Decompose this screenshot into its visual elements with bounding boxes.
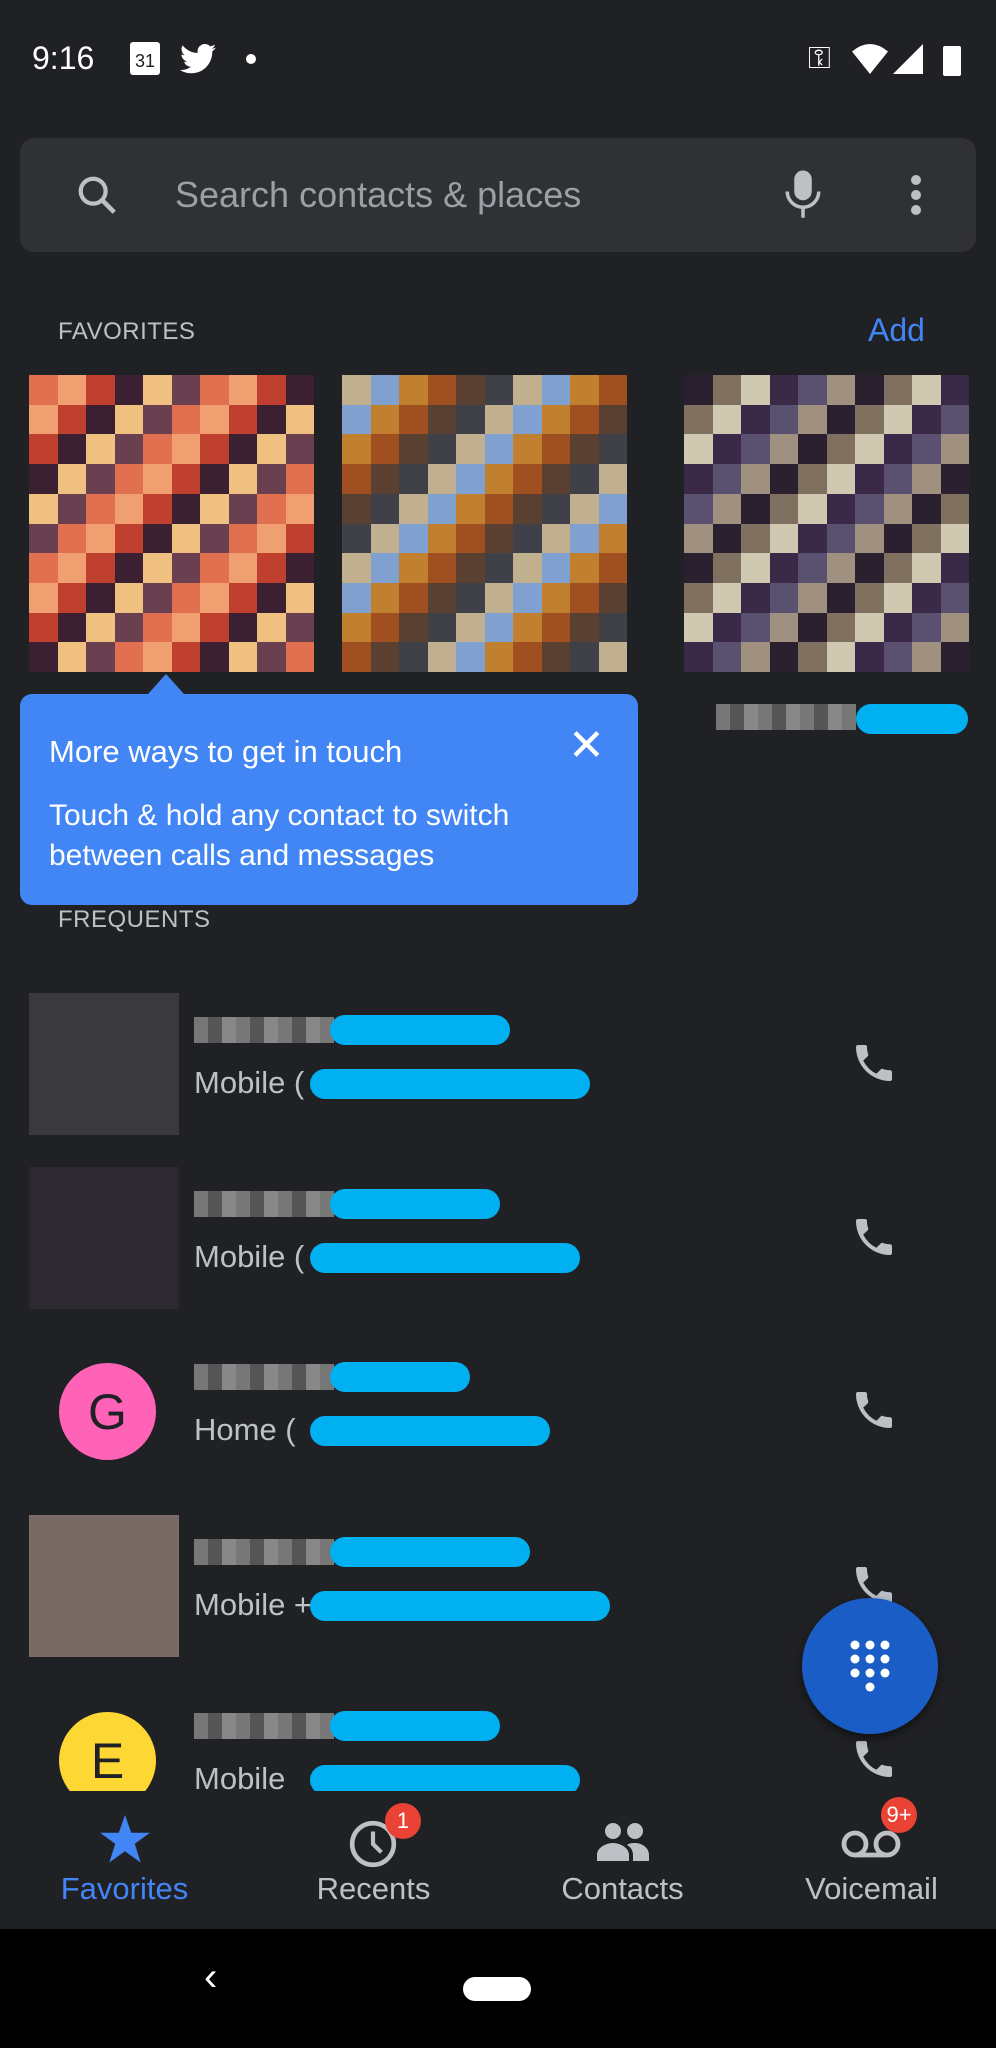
contact-name-redacted	[194, 1191, 334, 1217]
tab-contacts[interactable]: Contacts	[498, 1791, 747, 1929]
tab-voicemail[interactable]: 9+ Voicemail	[747, 1791, 996, 1929]
contact-name-redacted	[194, 1539, 334, 1565]
dialpad-icon	[850, 1640, 890, 1692]
search-bar[interactable]: Search contacts & places	[20, 138, 976, 252]
contact-name-redacted	[194, 1364, 334, 1390]
contact-photo-pixelated	[29, 993, 179, 1135]
redaction-scribble	[330, 1537, 530, 1567]
add-favorite-button[interactable]: Add	[868, 312, 925, 349]
back-icon[interactable]: ‹	[204, 1955, 217, 2000]
redaction-scribble	[310, 1243, 580, 1273]
contact-phone-type: Mobile +	[194, 1587, 313, 1622]
contact-letter-avatar: G	[59, 1363, 156, 1460]
phone-icon[interactable]	[850, 1213, 898, 1261]
home-pill[interactable]	[463, 1977, 531, 2001]
contact-name-redacted	[194, 1713, 334, 1739]
mic-icon[interactable]	[782, 170, 824, 220]
favorite-contact-photo[interactable]	[29, 375, 314, 672]
twitter-icon	[180, 44, 216, 74]
favorite-name-redacted	[716, 704, 856, 730]
avatar-letter: E	[90, 1732, 125, 1789]
voicemail-icon	[841, 1830, 901, 1858]
contact-phone-type: Mobile (	[194, 1065, 305, 1100]
tab-label: Voicemail	[805, 1871, 938, 1906]
tooltip-title: More ways to get in touch	[49, 734, 403, 769]
contact-phone-type: Mobile (	[194, 1239, 305, 1274]
redaction-scribble	[310, 1591, 610, 1621]
wifi-icon	[852, 44, 888, 74]
close-icon[interactable]: ✕	[568, 720, 605, 771]
tab-recents[interactable]: 1 Recents	[249, 1791, 498, 1929]
redaction-scribble	[856, 704, 968, 734]
redaction-scribble	[330, 1711, 500, 1741]
tooltip: More ways to get in touch ✕ Touch & hold…	[20, 694, 638, 905]
phone-icon[interactable]	[850, 1039, 898, 1087]
frequents-header: FREQUENTS	[58, 906, 211, 933]
vpn-key-icon: ⚿	[808, 42, 831, 75]
favorite-contact-photo[interactable]	[684, 375, 969, 672]
redaction-scribble	[310, 1416, 550, 1446]
favorites-header: FAVORITES	[58, 318, 196, 345]
contact-photo-pixelated	[29, 1167, 179, 1309]
contact-photo-pixelated	[29, 1515, 179, 1657]
status-bar: 9:16 31 ⚿	[0, 0, 996, 110]
recents-badge: 1	[385, 1803, 421, 1839]
redaction-scribble	[330, 1015, 510, 1045]
search-icon[interactable]	[74, 172, 120, 218]
dot-icon	[246, 54, 256, 64]
tooltip-arrow	[148, 674, 184, 694]
phone-icon[interactable]	[850, 1386, 898, 1434]
frequent-contact-row[interactable]: Mobile (	[0, 1151, 996, 1325]
search-input[interactable]: Search contacts & places	[175, 174, 581, 216]
dialpad-button[interactable]	[802, 1598, 938, 1734]
contact-phone-type: Home (	[194, 1412, 296, 1447]
calendar-icon: 31	[130, 42, 160, 75]
frequent-contact-row[interactable]: Mobile (	[0, 977, 996, 1151]
people-icon	[597, 1823, 649, 1861]
battery-charging-icon	[943, 46, 961, 76]
calendar-day: 31	[134, 51, 156, 71]
more-vert-icon[interactable]	[910, 174, 922, 216]
redaction-scribble	[310, 1069, 590, 1099]
tab-favorites[interactable]: Favorites	[0, 1791, 249, 1929]
contact-name-redacted	[194, 1017, 334, 1043]
system-navigation-bar: ‹	[0, 1929, 996, 2048]
avatar-letter: G	[88, 1383, 127, 1440]
favorite-contact-photo[interactable]	[342, 375, 627, 672]
voicemail-badge: 9+	[881, 1797, 917, 1833]
phone-icon[interactable]	[850, 1735, 898, 1783]
redaction-scribble	[330, 1362, 470, 1392]
tab-label: Recents	[316, 1871, 431, 1906]
star-icon	[100, 1815, 150, 1863]
redaction-scribble	[330, 1189, 500, 1219]
tab-label: Favorites	[60, 1871, 189, 1906]
tooltip-body: Touch & hold any contact to switch betwe…	[49, 799, 510, 872]
tab-label: Contacts	[561, 1871, 684, 1906]
clock: 9:16	[32, 40, 95, 76]
frequent-contact-row[interactable]: G Home (	[0, 1324, 996, 1498]
bottom-navigation: Favorites 1 Recents Contacts 9+ Voicemai…	[0, 1791, 996, 1929]
signal-icon	[893, 44, 923, 74]
